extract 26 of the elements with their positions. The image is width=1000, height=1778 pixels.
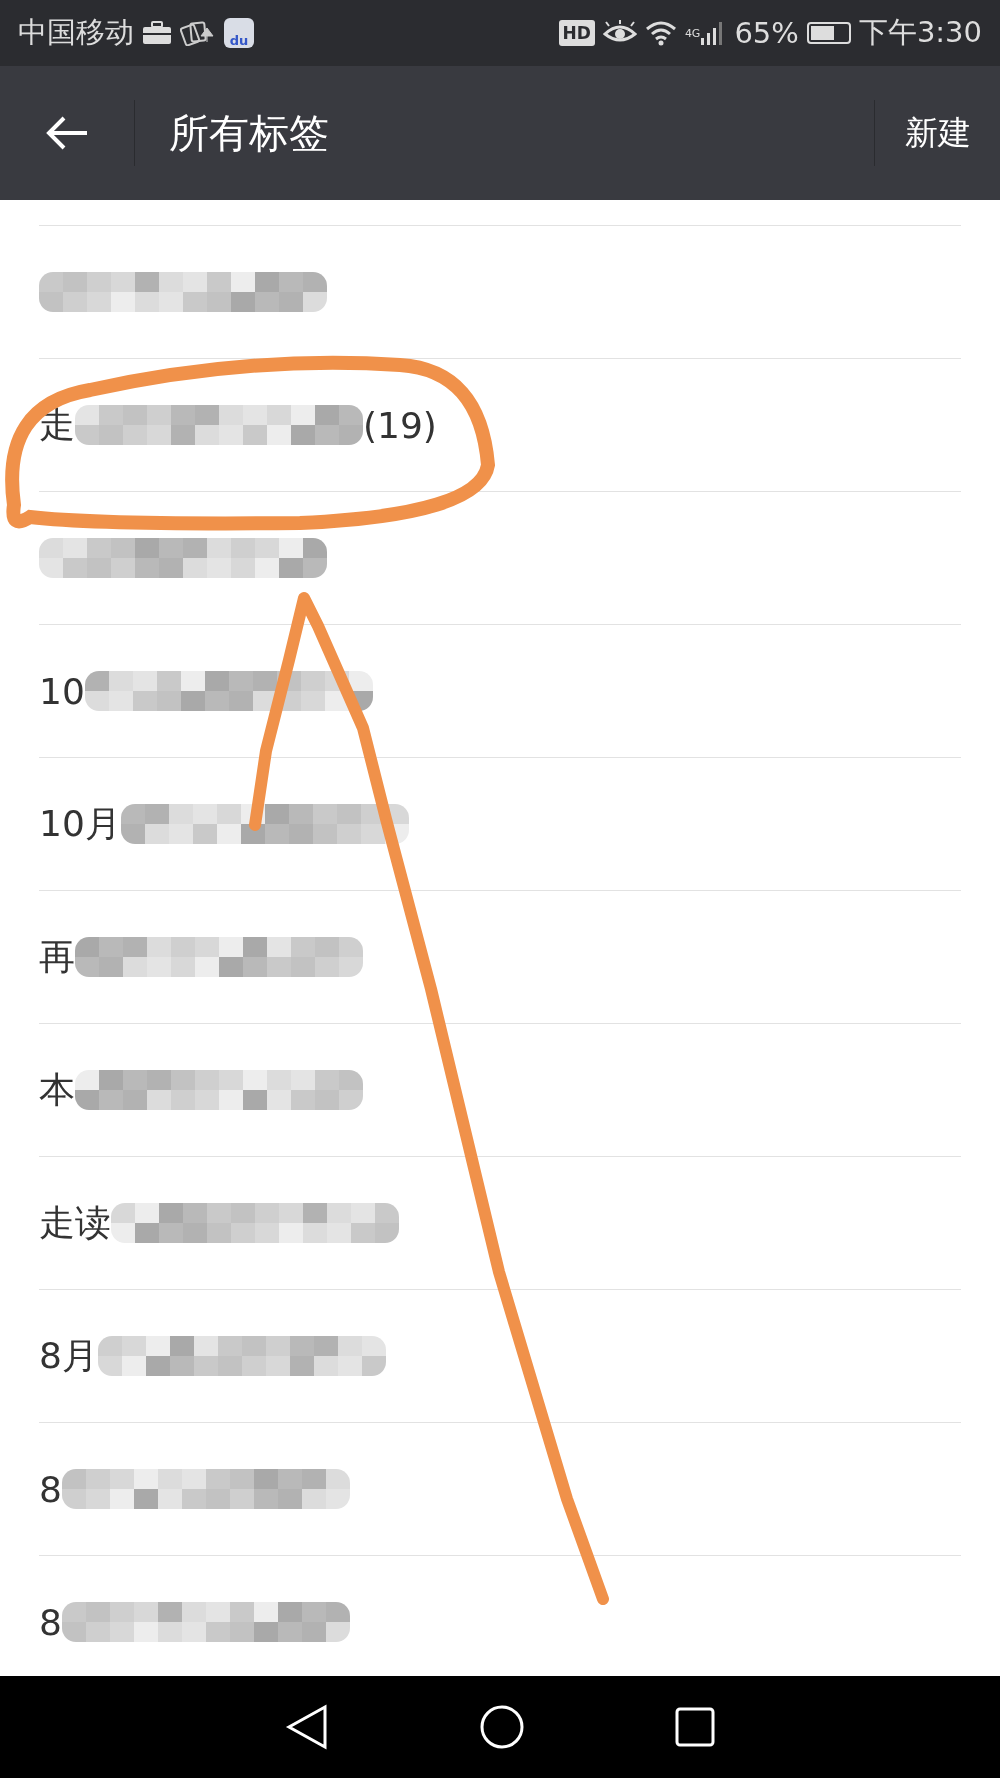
page-title: 所有标签 <box>169 108 330 158</box>
battery-percent: 65% <box>734 16 799 50</box>
carrier-name: 中国移动 <box>18 14 134 51</box>
app-icon: du <box>224 18 254 48</box>
tag-item[interactable]: 走读 <box>39 1157 961 1290</box>
network-type: 4G <box>684 27 701 40</box>
tag-item[interactable]: 本 <box>39 1024 961 1157</box>
tag-label: 本 <box>39 1067 75 1112</box>
clock: 下午3:30 <box>858 14 982 51</box>
tag-label: 8 <box>39 1601 62 1643</box>
tag-item[interactable]: 10月 <box>39 758 961 891</box>
tag-label: 10月 <box>39 801 121 846</box>
tag-label: 走读 <box>39 1200 111 1245</box>
tag-label: 8 <box>39 1468 62 1510</box>
new-button[interactable]: 新建 <box>875 66 1000 200</box>
tag-label: 走 <box>39 402 75 447</box>
tag-item[interactable]: 10 <box>39 625 961 758</box>
tag-label: (19) <box>363 404 437 446</box>
tag-item[interactable]: 再 <box>39 891 961 1024</box>
tag-label: 10 <box>39 670 85 712</box>
hd-badge: HD <box>558 20 595 46</box>
tag-label: 8月 <box>39 1333 98 1378</box>
tag-item[interactable]: 8 <box>39 1423 961 1556</box>
tag-label: 再 <box>39 934 75 979</box>
tag-item[interactable]: 走 (19) <box>39 359 961 492</box>
tag-item[interactable]: 8月 <box>39 1290 961 1423</box>
